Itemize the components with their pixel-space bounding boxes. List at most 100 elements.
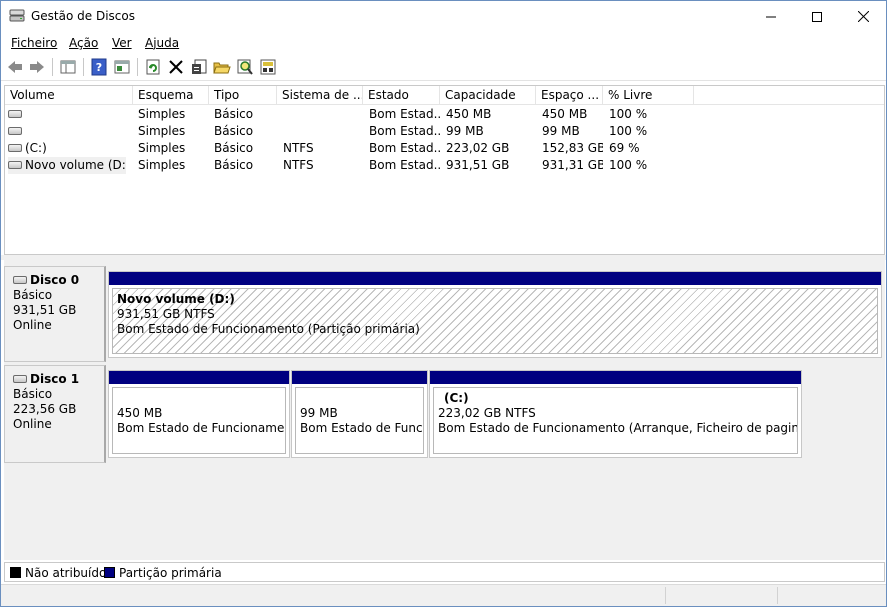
delete-icon[interactable] (167, 58, 185, 76)
espaco-cell: 450 MB (542, 107, 588, 121)
sistema-cell: NTFS (283, 141, 314, 155)
partition-99mb-body: 99 MB Bom Estado de Funcior (295, 387, 424, 454)
window-title: Gestão de Discos (31, 9, 135, 23)
estado-cell: Bom Estad... (369, 141, 440, 155)
sistema-cell: NTFS (283, 158, 314, 172)
partition-c[interactable]: (C:) 223,02 GB NTFS Bom Estado de Funcio… (429, 370, 802, 458)
refresh-icon[interactable] (144, 58, 162, 76)
column-header-estado[interactable]: Estado (363, 86, 440, 105)
close-button[interactable] (840, 1, 886, 32)
espaco-cell: 152,83 GB (542, 141, 603, 155)
disk-1-type: Básico (13, 387, 53, 401)
legend-swatch-unallocated (10, 567, 21, 578)
estado-cell: Bom Estad... (369, 158, 440, 172)
disk-0-name: Disco 0 (13, 273, 104, 288)
capacidade-cell: 450 MB (446, 107, 492, 121)
toolbar-separator (137, 58, 138, 76)
disk-1-label[interactable]: Disco 1 Básico 223,56 GB Online (4, 365, 106, 463)
forward-icon[interactable] (28, 58, 46, 76)
legend: Não atribuído Partição primária (4, 562, 885, 582)
rescan-disks-icon[interactable] (236, 58, 254, 76)
partition-99mb[interactable]: 99 MB Bom Estado de Funcior (291, 370, 428, 458)
volume-list: Volume Esquema Tipo Sistema de ... Estad… (4, 85, 885, 255)
disk-management-app-icon (9, 9, 25, 23)
primary-partition-bar (430, 371, 801, 384)
partition-d[interactable]: Novo volume (D:) 931,51 GB NTFS Bom Esta… (108, 271, 882, 358)
column-header-livre[interactable]: % Livre (603, 86, 694, 105)
menu-bar: Ficheiro Ação Ver Ajuda (1, 32, 886, 54)
capacidade-cell: 99 MB (446, 124, 484, 138)
toolbar-separator (83, 58, 84, 76)
disk-0-status: Online (13, 318, 52, 332)
settings-icon[interactable] (259, 58, 277, 76)
disk-0-size: 931,51 GB (13, 303, 77, 317)
partition-99mb-size: 99 MB (300, 406, 338, 420)
primary-partition-bar (292, 371, 427, 384)
partition-450mb[interactable]: 450 MB Bom Estado de Funcionamento (108, 370, 290, 458)
column-header-esquema[interactable]: Esquema (133, 86, 209, 105)
legend-swatch-primary (104, 567, 115, 578)
legend-label-unallocated: Não atribuído (25, 566, 107, 580)
minimize-button[interactable] (748, 1, 794, 32)
toolbar-separator (52, 58, 53, 76)
table-row[interactable]: Simples Básico Bom Estad... 99 MB 99 MB … (5, 123, 884, 140)
partition-c-size: 223,02 GB NTFS (438, 406, 536, 420)
disk-1-status: Online (13, 417, 52, 431)
legend-label-primary: Partição primária (119, 566, 222, 580)
capacidade-cell: 931,51 GB (446, 158, 510, 172)
toolbar: ? (1, 54, 886, 81)
partition-450mb-status: Bom Estado de Funcionamento (117, 421, 286, 435)
estado-cell: Bom Estad... (369, 107, 440, 121)
esquema-cell: Simples (138, 107, 186, 121)
menu-acao[interactable]: Ação (69, 36, 98, 50)
column-header-tipo[interactable]: Tipo (209, 86, 277, 105)
estado-cell: Bom Estad... (369, 124, 440, 138)
esquema-cell: Simples (138, 158, 186, 172)
back-icon[interactable] (6, 58, 24, 76)
partition-d-status: Bom Estado de Funcionamento (Partição pr… (117, 322, 420, 336)
disk-graph-pane: Disco 0 Básico 931,51 GB Online Novo vol… (4, 260, 885, 560)
column-header-espaco[interactable]: Espaço ... (536, 86, 603, 105)
partition-c-body: (C:) 223,02 GB NTFS Bom Estado de Funcio… (433, 387, 798, 454)
disk-0-type: Básico (13, 288, 53, 302)
show-pane-icon[interactable] (113, 58, 131, 76)
table-row[interactable]: Novo volume (D:) Simples Básico NTFS Bom… (5, 157, 884, 174)
column-header-capacidade[interactable]: Capacidade (440, 86, 536, 105)
disk-1-name: Disco 1 (13, 372, 104, 387)
title-bar: Gestão de Discos (1, 1, 886, 32)
disk-management-window: Gestão de Discos Ficheiro Ação Ver Ajuda (0, 0, 887, 607)
close-icon (857, 11, 869, 22)
disk-icon (13, 275, 27, 284)
console-tree-icon[interactable] (59, 58, 77, 76)
espaco-cell: 931,31 GB (542, 158, 603, 172)
capacidade-cell: 223,02 GB (446, 141, 510, 155)
open-folder-icon[interactable] (213, 58, 231, 76)
partition-c-status: Bom Estado de Funcionamento (Arranque, F… (438, 421, 798, 435)
partition-d-size: 931,51 GB NTFS (117, 307, 215, 321)
menu-ver[interactable]: Ver (112, 36, 132, 50)
disk-0-label[interactable]: Disco 0 Básico 931,51 GB Online (4, 266, 106, 362)
properties-icon[interactable] (190, 58, 208, 76)
partition-450mb-body: 450 MB Bom Estado de Funcionamento (112, 387, 286, 454)
partition-d-body: Novo volume (D:) 931,51 GB NTFS Bom Esta… (112, 288, 878, 354)
table-row[interactable]: Simples Básico Bom Estad... 450 MB 450 M… (5, 106, 884, 123)
volume-cell: (C:) (8, 140, 132, 157)
table-row[interactable]: (C:) Simples Básico NTFS Bom Estad... 22… (5, 140, 884, 157)
menu-ficheiro[interactable]: Ficheiro (11, 36, 57, 50)
esquema-cell: Simples (138, 124, 186, 138)
column-header-sistema[interactable]: Sistema de ... (277, 86, 363, 105)
partition-450mb-size: 450 MB (117, 406, 163, 420)
disk-icon (13, 374, 27, 383)
maximize-icon (812, 11, 822, 22)
sistema-cell (283, 106, 363, 123)
status-bar-divider (777, 587, 778, 604)
column-header-volume[interactable]: Volume (5, 86, 133, 105)
help-icon[interactable]: ? (90, 58, 108, 76)
volume-icon (8, 143, 22, 152)
tipo-cell: Básico (214, 124, 254, 138)
menu-ajuda[interactable]: Ajuda (145, 36, 179, 50)
livre-cell: 100 % (609, 158, 648, 172)
livre-cell: 69 % (609, 141, 640, 155)
partition-99mb-status: Bom Estado de Funcior (300, 421, 423, 435)
maximize-button[interactable] (794, 1, 840, 32)
